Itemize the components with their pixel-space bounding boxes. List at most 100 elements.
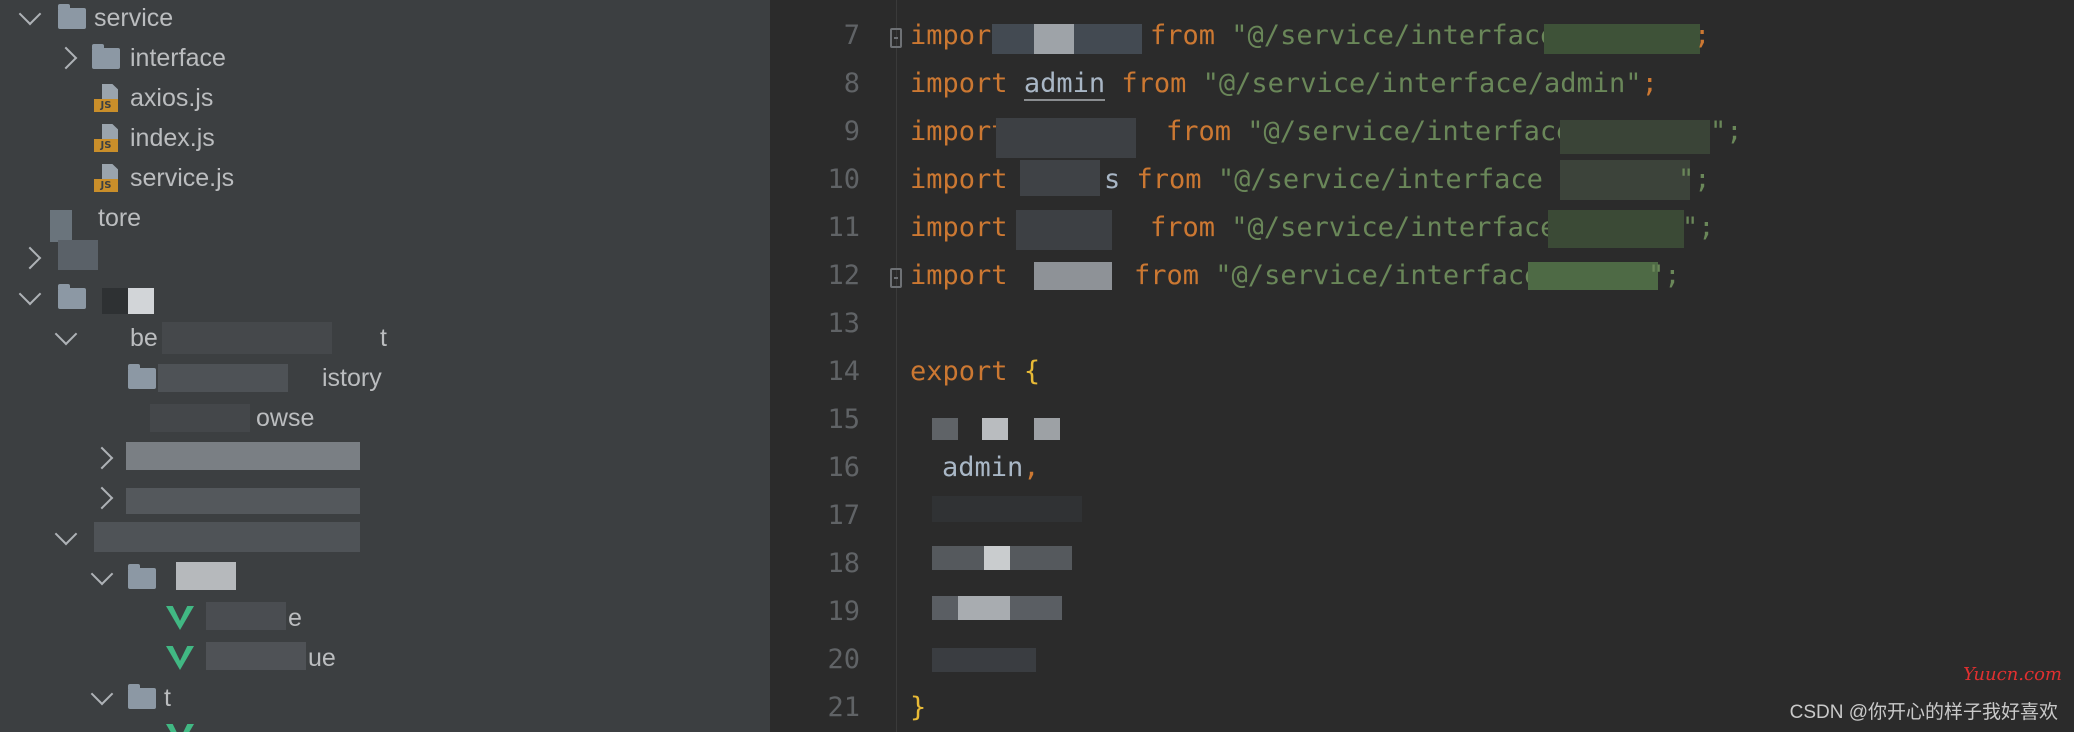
code-line-9-end: ";: [1710, 116, 1743, 147]
line-number: 18: [827, 548, 860, 579]
tree-item-label: owse: [256, 403, 315, 432]
pixelated-area: [984, 546, 1010, 570]
code-line-14: export {: [910, 356, 1041, 387]
code-line-12-rest: from "@/service/interface: [1134, 260, 1541, 291]
pixelated-area: [176, 562, 236, 590]
chevron-down-icon[interactable]: [54, 522, 78, 546]
pixelated-area: [206, 642, 306, 670]
chevron-down-icon[interactable]: [90, 562, 114, 586]
chevron-right-icon[interactable]: [90, 446, 114, 470]
chevron-down-icon[interactable]: [18, 282, 42, 306]
pixelated-area: [94, 522, 360, 552]
tree-item-obscured[interactable]: [18, 278, 154, 318]
line-number: 7: [843, 20, 860, 51]
chevron-right-icon[interactable]: [54, 46, 78, 70]
vue-file-icon: [166, 646, 194, 670]
tree-item-label: istory: [322, 363, 382, 392]
pixelated-area: [996, 118, 1136, 158]
pixelated-area: [1034, 24, 1074, 54]
tree-item-interface[interactable]: interface: [54, 38, 226, 78]
pixelated-area: [932, 648, 1036, 672]
tree-item-service[interactable]: service: [18, 0, 173, 38]
code-line-7-rest: from "@/service/interface: [1150, 20, 1557, 51]
pixelated-area: [126, 442, 360, 470]
pixelated-area: [1528, 262, 1658, 290]
folder-icon: [58, 284, 86, 309]
chevron-down-icon[interactable]: [90, 682, 114, 706]
line-number: 10: [827, 164, 860, 195]
watermark-author: CSDN @你开心的样子我好喜欢: [1789, 702, 2058, 723]
folder-icon: [58, 240, 98, 270]
js-file-icon: JS: [94, 124, 122, 152]
code-line-12: import: [910, 260, 1008, 291]
pixelated-area: [982, 418, 1008, 440]
pixelated-area: [1548, 210, 1684, 248]
code-line-9-rest: from "@/service/interface: [1166, 116, 1573, 147]
line-number: 8: [843, 68, 860, 99]
tree-item-obscured[interactable]: t: [90, 678, 171, 718]
code-line-16: admin,: [942, 452, 1040, 483]
pixelated-area: [1560, 160, 1690, 200]
line-number: 9: [843, 116, 860, 147]
tree-item-label: t: [380, 323, 387, 352]
line-number: 13: [827, 308, 860, 339]
folder-icon: [128, 564, 156, 589]
chevron-right-icon[interactable]: [18, 246, 42, 270]
pixelated-area: [102, 288, 128, 314]
folder-icon: [50, 210, 72, 242]
line-number: 20: [827, 644, 860, 675]
line-number: 16: [827, 452, 860, 483]
tree-item-obscured[interactable]: [18, 238, 98, 278]
chevron-right-icon[interactable]: [90, 486, 114, 510]
code-line-10: import: [910, 164, 1008, 195]
line-number: 17: [827, 500, 860, 531]
pixelated-area: [1560, 120, 1710, 154]
code-line-11: import: [910, 212, 1008, 243]
pixelated-area: [958, 596, 1010, 620]
js-file-icon: JS: [94, 84, 122, 112]
line-number: 11: [827, 212, 860, 243]
tree-item-label: t: [164, 683, 171, 712]
vue-file-icon: [166, 606, 194, 630]
line-number: 19: [827, 596, 860, 627]
tree-item-obscured[interactable]: [90, 438, 360, 478]
tree-item-obscured[interactable]: [54, 518, 360, 558]
code-line-21: }: [910, 692, 927, 723]
code-line-9: import: [910, 116, 1008, 147]
pixelated-area: [932, 418, 958, 440]
pixelated-area: [206, 602, 286, 630]
tree-item-label: service: [94, 3, 174, 32]
chevron-down-icon[interactable]: [18, 2, 42, 26]
project-tree-panel: service interface JS axios.js JS index.j…: [0, 0, 770, 732]
pixelated-area: [150, 404, 250, 432]
code-line-11-end: ";: [1682, 212, 1715, 243]
code-line-10-rest: s from "@/service/interface: [1104, 164, 1543, 195]
pixelated-area: [158, 364, 288, 392]
code-line-11-rest: from "@/service/interface: [1150, 212, 1557, 243]
line-number: 21: [827, 692, 860, 723]
tree-item-label: tore: [98, 203, 142, 232]
fold-marker-icon[interactable]: [890, 28, 902, 48]
code-editor[interactable]: 7 8 9 10 11 12 13 14 15 16 17 18 19 20 2…: [770, 0, 2074, 732]
fold-marker-icon[interactable]: [890, 268, 902, 288]
tree-item-label: interface: [130, 43, 226, 72]
tree-item-label: be: [130, 323, 158, 352]
pixelated-area: [1034, 262, 1112, 290]
tree-item-obscured[interactable]: be t: [54, 318, 387, 358]
pixelated-area: [1034, 418, 1060, 440]
pixelated-area: [1016, 210, 1112, 250]
tree-item-obscured[interactable]: [90, 558, 236, 598]
pixelated-area: [1020, 160, 1100, 196]
folder-icon: [58, 4, 86, 29]
folder-icon: [92, 44, 120, 69]
code-line-8: import admin from "@/service/interface/a…: [910, 68, 1658, 101]
js-file-icon: JS: [94, 164, 122, 192]
chevron-down-icon[interactable]: [54, 322, 78, 346]
line-number: 14: [827, 356, 860, 387]
code-line-7-end: ;: [1694, 20, 1711, 51]
pixelated-area: [1544, 24, 1700, 54]
tree-item-label: index.js: [130, 123, 215, 152]
line-number: 12: [827, 260, 860, 291]
pixelated-area: [128, 288, 154, 314]
tree-item-obscured[interactable]: [90, 478, 360, 518]
